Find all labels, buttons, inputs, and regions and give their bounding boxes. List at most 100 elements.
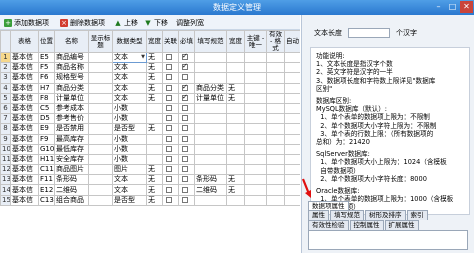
cell-pos[interactable]: C11 (38, 164, 55, 176)
cell-pos[interactable]: E9 (38, 123, 55, 135)
cell-rel[interactable] (162, 153, 179, 166)
cell-pos[interactable]: D5 (38, 113, 55, 125)
cell-rel[interactable] (162, 133, 179, 145)
cell-pos[interactable]: E12 (38, 184, 55, 196)
column-header[interactable] (0, 30, 11, 53)
table-row[interactable]: 1 基本信 E5 商品编号 文本 ▼ 无 (0, 51, 300, 64)
column-header[interactable]: 位置 (38, 30, 55, 53)
relation-checkbox[interactable] (166, 105, 172, 112)
table-row[interactable]: 12 基本信 C11 商品图片 图片 无 (0, 164, 300, 176)
cell-valid[interactable] (266, 113, 285, 125)
cell-req[interactable] (178, 143, 195, 155)
cell-name[interactable]: 商品分类 (54, 82, 89, 94)
cell-pk[interactable] (244, 72, 267, 84)
tab-item[interactable]: 数据项属性 (308, 201, 349, 210)
cell-valid[interactable] (266, 102, 285, 115)
cell-pos[interactable]: G10 (38, 143, 55, 155)
cell-auto[interactable] (284, 123, 300, 135)
cell-title[interactable] (88, 113, 113, 125)
cell-table[interactable]: 基本信 (10, 102, 39, 115)
required-checkbox[interactable] (182, 135, 188, 142)
cell-rule[interactable] (194, 123, 227, 135)
cell-w2[interactable] (226, 123, 245, 135)
required-checkbox[interactable] (182, 186, 188, 193)
cell-rel[interactable] (162, 123, 179, 135)
tab-item[interactable]: 有效性检验 (308, 220, 349, 230)
cell-rule[interactable] (194, 113, 227, 125)
cell-valid[interactable] (266, 123, 285, 135)
tab-item[interactable]: 属性 (308, 210, 329, 220)
cell-table[interactable]: 基本信 (10, 113, 39, 125)
cell-w2[interactable] (226, 72, 245, 84)
row-number[interactable]: 9 (0, 133, 11, 145)
required-checkbox[interactable] (182, 155, 188, 162)
cell-pos[interactable]: C13 (38, 194, 55, 206)
cell-table[interactable]: 基本信 (10, 51, 39, 64)
cell-w[interactable] (146, 143, 163, 155)
tab-item[interactable]: 扩展属性 (384, 220, 419, 230)
cell-type[interactable]: 小数 (112, 133, 147, 145)
cell-valid[interactable] (266, 143, 285, 155)
cell-rule[interactable]: 二维码 (194, 184, 227, 196)
required-checkbox[interactable] (182, 64, 188, 71)
cell-valid[interactable] (266, 194, 285, 206)
cell-rule[interactable] (194, 133, 227, 145)
cell-auto[interactable] (284, 72, 300, 84)
cell-name[interactable]: 组合商品 (54, 194, 89, 206)
cell-rule[interactable] (194, 62, 227, 74)
cell-title[interactable] (88, 82, 113, 94)
cell-w[interactable]: 无 (146, 82, 163, 94)
cell-name[interactable]: 是否禁用 (54, 123, 89, 135)
cell-w[interactable] (146, 102, 163, 115)
cell-pk[interactable] (244, 92, 267, 104)
cell-valid[interactable] (266, 174, 285, 186)
cell-w[interactable]: 无 (146, 72, 163, 84)
cell-pk[interactable] (244, 174, 267, 186)
cell-auto[interactable] (284, 51, 300, 64)
cell-rule[interactable] (194, 143, 227, 155)
required-checkbox[interactable] (182, 74, 188, 81)
cell-w[interactable] (146, 133, 163, 145)
cell-w2[interactable] (226, 194, 245, 206)
cell-req[interactable] (178, 72, 195, 84)
cell-w[interactable]: 无 (146, 184, 163, 196)
cell-type[interactable]: 文本 (112, 92, 147, 104)
cell-name[interactable]: 规格型号 (54, 72, 89, 84)
row-number[interactable]: 10 (0, 143, 11, 155)
cell-name[interactable]: 最低库存 (54, 143, 89, 155)
cell-type[interactable]: 是否型 (112, 123, 147, 135)
cell-req[interactable] (178, 153, 195, 166)
row-number[interactable]: 6 (0, 102, 11, 115)
relation-checkbox[interactable] (166, 186, 172, 193)
cell-auto[interactable] (284, 133, 300, 145)
cell-req[interactable] (178, 174, 195, 186)
cell-w[interactable]: 无 (146, 164, 163, 176)
row-number[interactable]: 4 (0, 82, 11, 94)
cell-auto[interactable] (284, 164, 300, 176)
relation-checkbox[interactable] (166, 196, 172, 203)
cell-w2[interactable]: 无 (226, 82, 245, 94)
cell-rel[interactable] (162, 194, 179, 206)
cell-w2[interactable] (226, 102, 245, 115)
relation-checkbox[interactable] (166, 94, 172, 101)
cell-title[interactable] (88, 102, 113, 115)
column-header[interactable]: 宽度 (226, 30, 245, 53)
table-row[interactable]: 6 基本信 C5 参考成本 小数 (0, 102, 300, 115)
cell-type[interactable]: 文本 ▼ (112, 51, 147, 64)
column-header[interactable]: 名称 (54, 30, 89, 53)
adjust-column-width-button[interactable]: 调整列宽 (176, 17, 204, 28)
cell-auto[interactable] (284, 174, 300, 186)
cell-rel[interactable] (162, 184, 179, 196)
cell-name[interactable]: 条形码 (54, 174, 89, 186)
cell-valid[interactable] (266, 92, 285, 104)
cell-pk[interactable] (244, 143, 267, 155)
cell-w2[interactable]: 无 (226, 92, 245, 104)
cell-pos[interactable]: E5 (38, 51, 55, 64)
column-header[interactable]: 自动 (284, 30, 300, 53)
relation-checkbox[interactable] (166, 125, 172, 132)
required-checkbox[interactable] (182, 196, 188, 203)
cell-type[interactable]: 图片 (112, 164, 147, 176)
cell-pk[interactable] (244, 82, 267, 94)
required-checkbox[interactable] (182, 115, 188, 122)
table-row[interactable]: 3 基本信 F6 规格型号 文本 无 (0, 72, 300, 84)
